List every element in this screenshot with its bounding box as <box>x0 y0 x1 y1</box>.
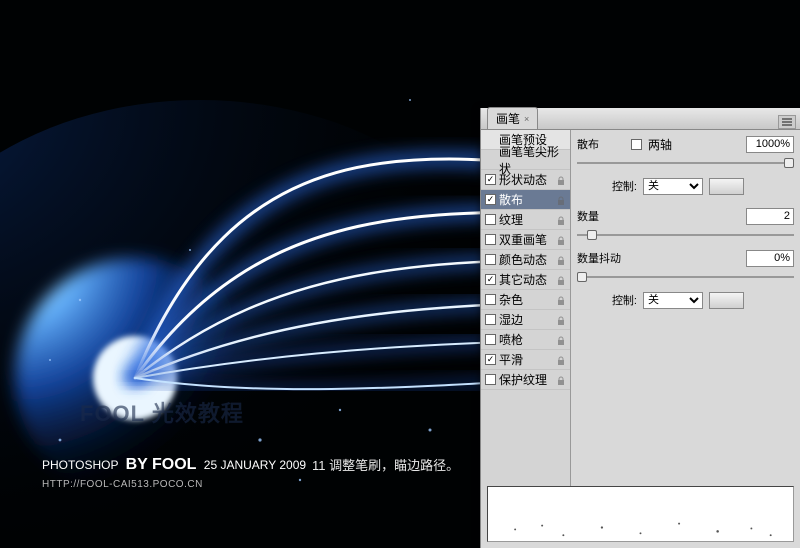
option-checkbox[interactable] <box>485 354 496 365</box>
option-label: 纹理 <box>499 211 523 228</box>
close-icon[interactable]: × <box>524 114 529 124</box>
lock-icon[interactable] <box>556 195 566 205</box>
option-row-4[interactable]: 颜色动态 <box>481 250 570 270</box>
lock-icon[interactable] <box>556 275 566 285</box>
option-row-7[interactable]: 湿边 <box>481 310 570 330</box>
lock-icon[interactable] <box>556 375 566 385</box>
count-jitter-label: 数量抖动 <box>577 250 621 266</box>
option-row-2[interactable]: 纹理 <box>481 210 570 230</box>
option-checkbox[interactable] <box>485 254 496 265</box>
option-checkbox[interactable] <box>485 334 496 345</box>
lock-icon[interactable] <box>556 355 566 365</box>
scatter-settings: 散布 两轴 控制: 关 数量 数量抖动 <box>571 130 800 490</box>
option-row-1[interactable]: 散布 <box>481 190 570 210</box>
option-label: 形状动态 <box>499 171 547 188</box>
brush-preview <box>487 486 794 542</box>
option-row-10[interactable]: 保护纹理 <box>481 370 570 390</box>
option-row-6[interactable]: 杂色 <box>481 290 570 310</box>
brush-tip-shape-row[interactable]: 画笔笔尖形状 <box>481 150 570 170</box>
option-checkbox[interactable] <box>485 294 496 305</box>
option-label: 双重画笔 <box>499 231 547 248</box>
brush-options-list: 画笔预设 画笔笔尖形状 形状动态散布纹理双重画笔颜色动态其它动态杂色湿边喷枪平滑… <box>481 130 571 490</box>
option-row-8[interactable]: 喷枪 <box>481 330 570 350</box>
tab-label: 画笔 <box>496 110 520 127</box>
count-label: 数量 <box>577 208 599 224</box>
option-label: 杂色 <box>499 291 523 308</box>
option-checkbox[interactable] <box>485 194 496 205</box>
tab-brushes[interactable]: 画笔 × <box>487 107 538 129</box>
control1-button[interactable] <box>709 178 744 195</box>
control1-select[interactable]: 关 <box>643 178 703 195</box>
option-label: 湿边 <box>499 311 523 328</box>
watermark-text: FOOL 光效教程 <box>80 396 244 428</box>
lock-icon[interactable] <box>556 235 566 245</box>
lock-icon[interactable] <box>556 335 566 345</box>
option-label: 喷枪 <box>499 331 523 348</box>
caption-text: 11 调整笔刷，瞄边路径。 <box>312 455 459 474</box>
option-checkbox[interactable] <box>485 234 496 245</box>
credit-date: 25 JANUARY 2009 <box>204 458 306 472</box>
lock-icon[interactable] <box>556 295 566 305</box>
option-label: 保护纹理 <box>499 371 547 388</box>
scatter-label: 散布 <box>577 136 599 152</box>
option-checkbox[interactable] <box>485 314 496 325</box>
option-checkbox[interactable] <box>485 374 496 385</box>
option-label: 散布 <box>499 191 523 208</box>
menu-icon <box>782 118 792 126</box>
lock-icon[interactable] <box>556 175 566 185</box>
control2-select[interactable]: 关 <box>643 292 703 309</box>
option-row-9[interactable]: 平滑 <box>481 350 570 370</box>
credit-url: HTTP://FOOL-CAI513.POCO.CN <box>42 479 203 490</box>
lock-icon[interactable] <box>556 315 566 325</box>
scatter-value-input[interactable] <box>746 136 794 153</box>
count-jitter-input[interactable] <box>746 250 794 267</box>
credit-line: PHOTOSHOP BY FOOL 25 JANUARY 2009 <box>42 456 306 474</box>
lock-icon[interactable] <box>556 255 566 265</box>
option-label: 平滑 <box>499 351 523 368</box>
control2-button[interactable] <box>709 292 744 309</box>
both-axes-checkbox[interactable] <box>631 139 642 150</box>
option-checkbox[interactable] <box>485 214 496 225</box>
both-axes-label: 两轴 <box>648 136 672 153</box>
lock-icon[interactable] <box>556 215 566 225</box>
option-checkbox[interactable] <box>485 174 496 185</box>
control1-label: 控制: <box>577 178 637 194</box>
option-row-5[interactable]: 其它动态 <box>481 270 570 290</box>
option-checkbox[interactable] <box>485 274 496 285</box>
option-label: 颜色动态 <box>499 251 547 268</box>
count-input[interactable] <box>746 208 794 225</box>
credit-by: BY FOOL <box>126 456 197 473</box>
option-label: 其它动态 <box>499 271 547 288</box>
credit-pre: PHOTOSHOP <box>42 458 118 472</box>
panel-tabbar: 画笔 × <box>481 108 800 130</box>
scatter-slider[interactable] <box>577 156 794 170</box>
count-jitter-slider[interactable] <box>577 270 794 284</box>
count-slider[interactable] <box>577 228 794 242</box>
option-row-3[interactable]: 双重画笔 <box>481 230 570 250</box>
brushes-panel: 画笔 × 画笔预设 画笔笔尖形状 形状动态散布纹理双重画笔颜色动态其它动态杂色湿… <box>480 108 800 548</box>
panel-menu-button[interactable] <box>778 115 796 129</box>
control2-label: 控制: <box>577 292 637 308</box>
